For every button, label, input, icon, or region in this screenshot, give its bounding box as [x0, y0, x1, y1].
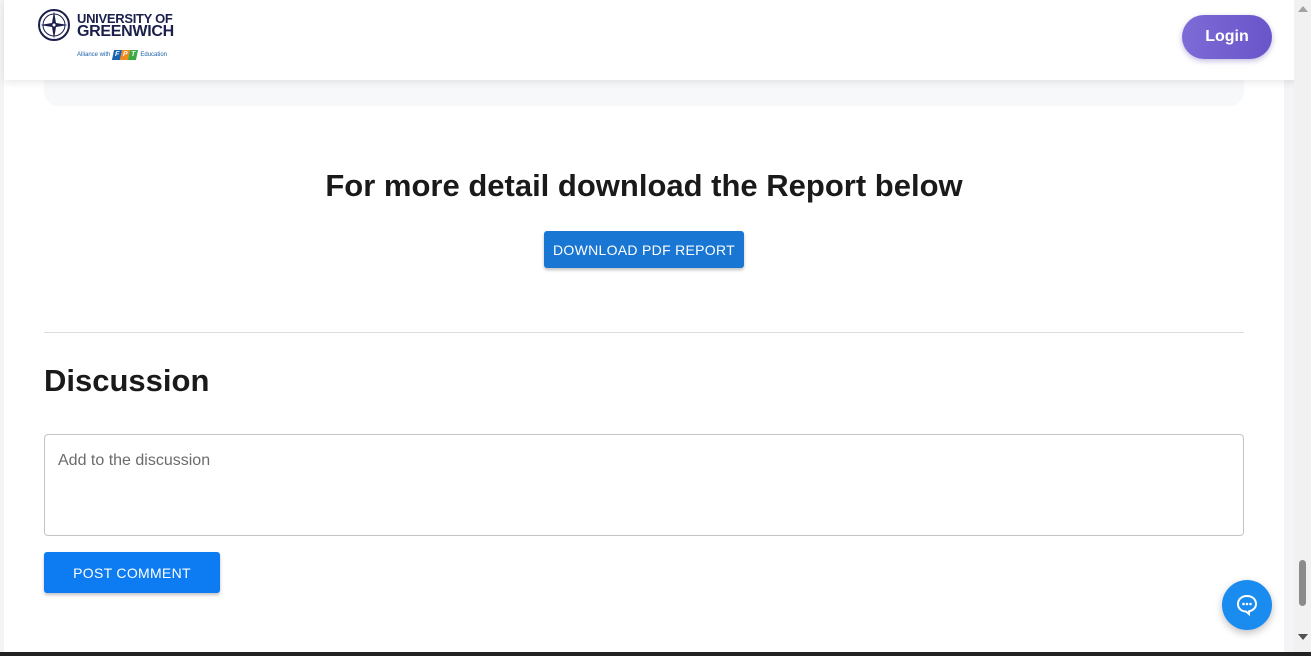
scrollbar-thumb[interactable] [1299, 560, 1306, 606]
chat-bubble-icon [1236, 594, 1258, 616]
report-heading: For more detail download the Report belo… [325, 168, 963, 203]
logo-text-line2: GREENWICH [77, 23, 174, 40]
download-pdf-report-button[interactable]: DOWNLOAD PDF REPORT [544, 231, 744, 268]
page: UNIVERSITY OF GREENWICH Alliance with F … [4, 0, 1298, 652]
viewport: UNIVERSITY OF GREENWICH Alliance with F … [0, 0, 1311, 656]
alliance-suffix: Education [140, 52, 168, 58]
post-comment-button[interactable]: POST COMMENT [44, 552, 220, 593]
compass-emblem-icon [38, 9, 70, 41]
discussion-comment-input[interactable] [44, 434, 1244, 536]
chat-button[interactable] [1222, 580, 1272, 630]
section-divider [44, 332, 1244, 333]
discussion-heading: Discussion [44, 363, 210, 398]
window-bottom-edge [0, 652, 1311, 656]
scroll-down-arrow-icon[interactable] [1298, 634, 1308, 640]
university-logo[interactable]: UNIVERSITY OF GREENWICH Alliance with F … [37, 8, 177, 64]
login-button[interactable]: Login [1182, 15, 1272, 59]
logo-alliance-tagline: Alliance with F P T Education [77, 50, 167, 60]
site-header: UNIVERSITY OF GREENWICH Alliance with F … [4, 0, 1298, 80]
scroll-up-arrow-icon[interactable] [1298, 6, 1308, 12]
alliance-prefix: Alliance with [77, 52, 111, 58]
fpt-letter-t: T [128, 50, 139, 60]
vertical-scrollbar[interactable] [1294, 0, 1311, 652]
fpt-logo: F P T [112, 50, 139, 60]
